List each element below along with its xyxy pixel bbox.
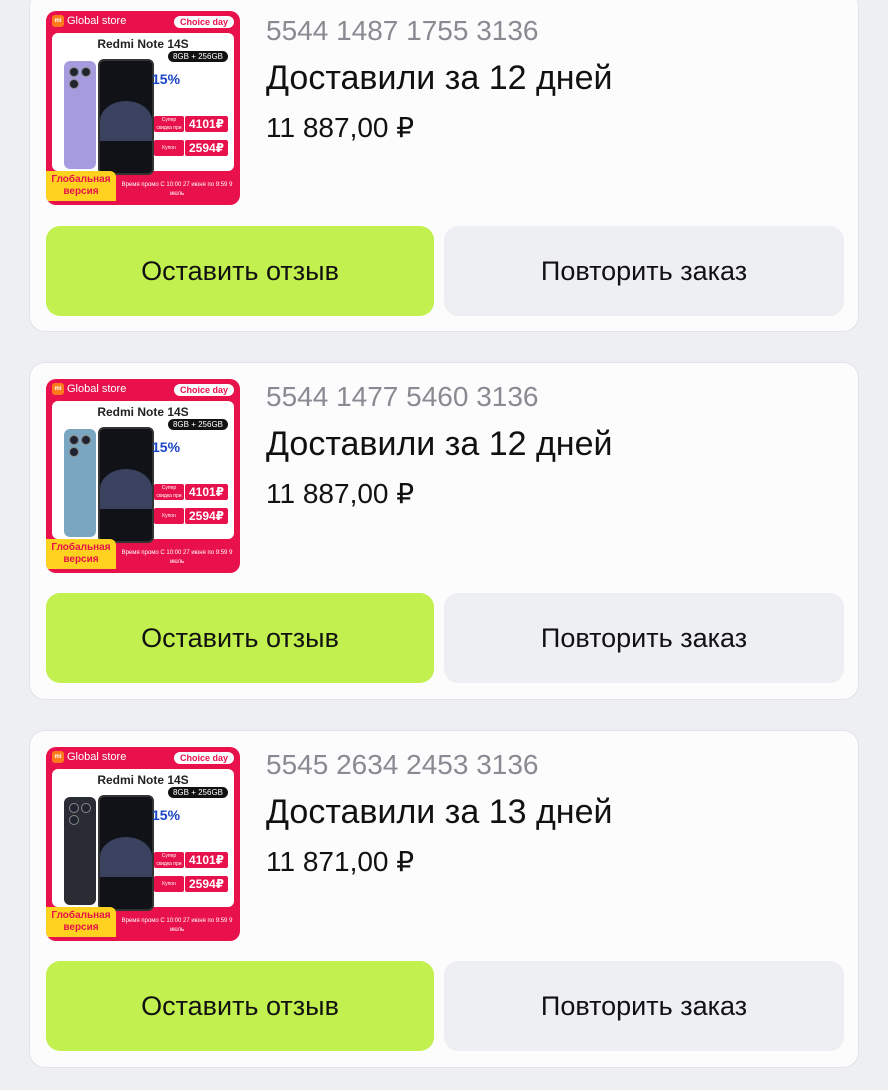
global-version-badge: Глобальная версия: [46, 171, 116, 201]
product-image[interactable]: mi Global store Choice day Redmi Note 14S…: [46, 11, 240, 205]
phone-front-image: [98, 795, 154, 911]
repeat-order-button[interactable]: Повторить заказ: [444, 961, 844, 1051]
order-price: 11 871,00 ₽: [266, 846, 415, 877]
phone-back-image: [64, 797, 96, 905]
repeat-order-button[interactable]: Повторить заказ: [444, 593, 844, 683]
choice-day-badge: Choice day: [173, 16, 234, 28]
super-discount-value: 4101₽: [185, 852, 228, 868]
promo-panel: Redmi Note 14S 8GB + 256GB 15% Супер ски…: [52, 769, 234, 911]
super-discount-value: 4101₽: [185, 116, 228, 132]
promo-header: mi Global store Choice day: [46, 379, 240, 401]
model-name: Redmi Note 14S: [97, 773, 189, 787]
choice-day-badge: Choice day: [173, 752, 234, 764]
order-price: 11 887,00 ₽: [266, 112, 415, 143]
phone-back-image: [64, 61, 96, 169]
repeat-order-button[interactable]: Повторить заказ: [444, 226, 844, 316]
store-label: Global store: [67, 383, 127, 395]
leave-review-button[interactable]: Оставить отзыв: [46, 226, 434, 316]
global-version-badge: Глобальная версия: [46, 907, 116, 937]
product-image[interactable]: mi Global store Choice day Redmi Note 14S…: [46, 747, 240, 941]
discount-percent: 15%: [152, 439, 181, 455]
order-card: mi Global store Choice day Redmi Note 14S…: [29, 362, 859, 700]
promo-panel: Redmi Note 14S 8GB + 256GB 15% Супер ски…: [52, 401, 234, 543]
coupon-value: 2594₽: [185, 876, 228, 892]
store-logo-icon: mi: [52, 383, 64, 396]
coupon-label: Купон: [154, 876, 184, 892]
camera-icon: [81, 803, 91, 813]
coupon-tag: Купон 2594₽: [154, 507, 228, 525]
coupon-tag: Купон 2594₽: [154, 139, 228, 157]
coupon-value: 2594₽: [185, 140, 228, 156]
camera-icon: [69, 815, 79, 825]
order-number: 5545 2634 2453 3136: [266, 749, 539, 780]
global-version-badge: Глобальная версия: [46, 539, 116, 569]
coupon-label: Купон: [154, 140, 184, 156]
coupon-tag: Купон 2594₽: [154, 875, 228, 893]
orders-page: { "colors": { "page_background": "#eeeff…: [0, 0, 888, 1090]
promo-time: Время промо С 10:00 27 июня по 9:59 9 ию…: [121, 182, 233, 197]
camera-icon: [69, 435, 79, 445]
store-logo-icon: mi: [52, 751, 64, 764]
super-discount-label: Супер скидка при оплате: [154, 852, 184, 875]
delivery-status: Доставили за 12 дней: [266, 425, 613, 463]
super-discount-label: Супер скидка при оплате: [154, 484, 184, 507]
camera-icon: [81, 435, 91, 445]
leave-review-button[interactable]: Оставить отзыв: [46, 593, 434, 683]
product-image[interactable]: mi Global store Choice day Redmi Note 14S…: [46, 379, 240, 573]
memory-badge: 8GB + 256GB: [167, 787, 228, 798]
store-label: Global store: [67, 15, 127, 27]
camera-icon: [69, 447, 79, 457]
choice-day-badge: Choice day: [173, 384, 234, 396]
super-discount-tag: Супер скидка при оплате 4101₽: [154, 115, 228, 139]
leave-review-button[interactable]: Оставить отзыв: [46, 961, 434, 1051]
order-number: 5544 1487 1755 3136: [266, 15, 539, 46]
order-card: mi Global store Choice day Redmi Note 14S…: [29, 730, 859, 1068]
discount-percent: 15%: [152, 71, 181, 87]
memory-badge: 8GB + 256GB: [167, 51, 228, 62]
delivery-status: Доставили за 12 дней: [266, 59, 613, 97]
memory-badge: 8GB + 256GB: [167, 419, 228, 430]
order-card: mi Global store Choice day Redmi Note 14S…: [29, 0, 859, 332]
discount-percent: 15%: [152, 807, 181, 823]
promo-time: Время промо С 10:00 27 июня по 9:59 9 ию…: [121, 918, 233, 933]
phone-front-image: [98, 59, 154, 175]
super-discount-tag: Супер скидка при оплате 4101₽: [154, 483, 228, 507]
camera-icon: [69, 67, 79, 77]
promo-time: Время промо С 10:00 27 июня по 9:59 9 ию…: [121, 550, 233, 565]
promo-header: mi Global store Choice day: [46, 747, 240, 769]
camera-icon: [69, 79, 79, 89]
model-name: Redmi Note 14S: [97, 405, 189, 419]
phone-front-image: [98, 427, 154, 543]
order-price: 11 887,00 ₽: [266, 478, 415, 509]
store-label: Global store: [67, 751, 127, 763]
super-discount-tag: Супер скидка при оплате 4101₽: [154, 851, 228, 875]
delivery-status: Доставили за 13 дней: [266, 793, 613, 831]
promo-panel: Redmi Note 14S 8GB + 256GB 15% Супер ски…: [52, 33, 234, 175]
phone-back-image: [64, 429, 96, 537]
coupon-label: Купон: [154, 508, 184, 524]
camera-icon: [81, 67, 91, 77]
model-name: Redmi Note 14S: [97, 37, 189, 51]
order-number: 5544 1477 5460 3136: [266, 381, 539, 412]
store-logo-icon: mi: [52, 15, 64, 28]
coupon-value: 2594₽: [185, 508, 228, 524]
super-discount-value: 4101₽: [185, 484, 228, 500]
promo-header: mi Global store Choice day: [46, 11, 240, 33]
camera-icon: [69, 803, 79, 813]
super-discount-label: Супер скидка при оплате: [154, 116, 184, 139]
